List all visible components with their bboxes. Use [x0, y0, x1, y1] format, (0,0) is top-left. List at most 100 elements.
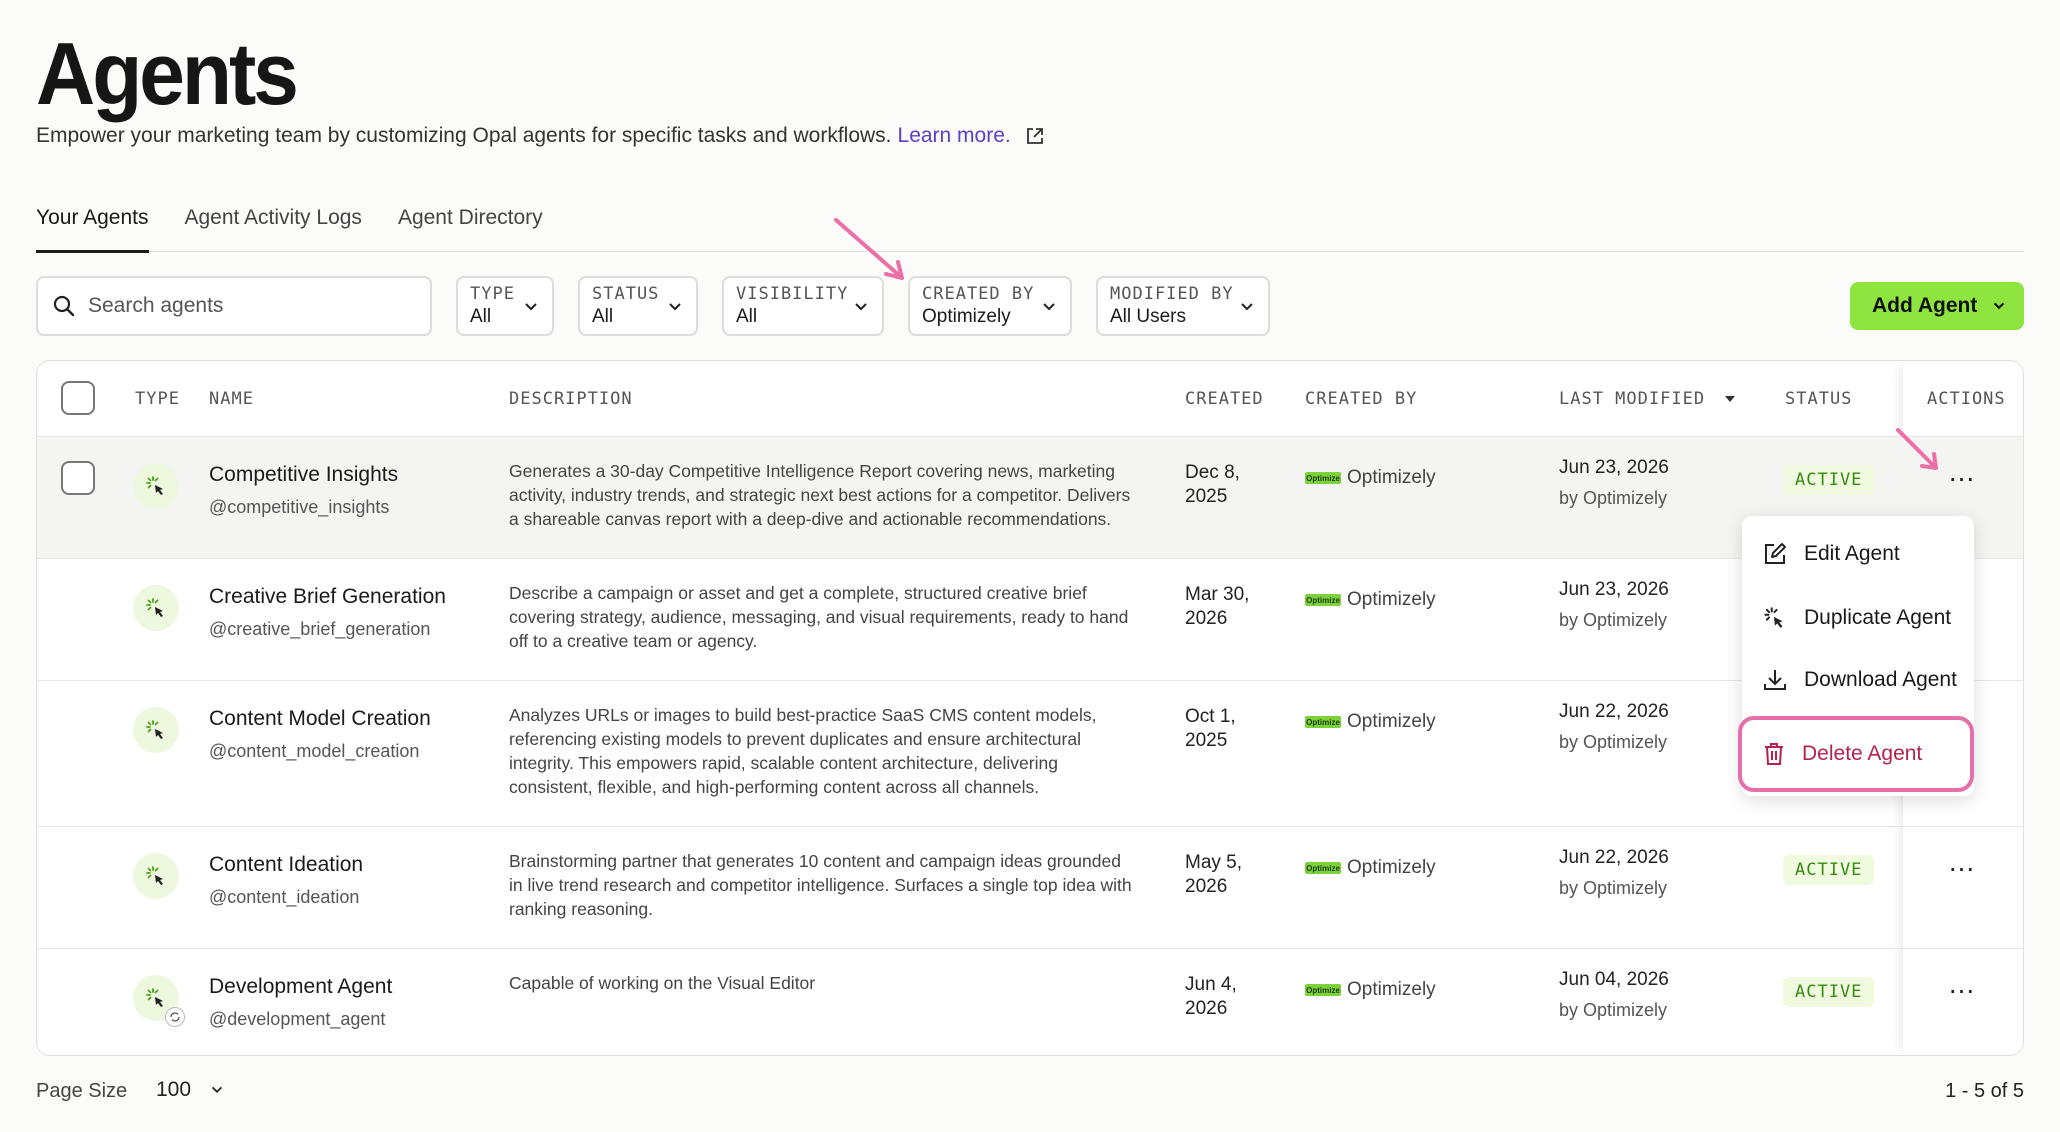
external-link-icon[interactable]: [1025, 126, 1045, 146]
status-badge: ACTIVE: [1783, 465, 1875, 495]
created-by: Optimize Optimizely: [1305, 711, 1436, 733]
page-size-select[interactable]: 100: [156, 1078, 225, 1102]
search-input[interactable]: [88, 294, 408, 318]
table-row[interactable]: Creative Brief Generation @creative_brie…: [37, 559, 2023, 681]
sync-badge-icon: [165, 1007, 185, 1027]
column-status[interactable]: STATUS: [1785, 389, 1852, 409]
filter-visibility-label: VISIBILITY: [736, 284, 849, 304]
column-created-by[interactable]: CREATED BY: [1305, 389, 1417, 409]
menu-item-download-agent[interactable]: Download Agent: [1742, 652, 1974, 708]
agent-name[interactable]: Competitive Insights: [209, 463, 398, 487]
download-icon: [1764, 670, 1786, 690]
optimizely-logo: Optimize: [1305, 984, 1341, 996]
agent-handle: @competitive_insights: [209, 497, 390, 517]
column-last-modified-label: LAST MODIFIED: [1559, 389, 1706, 409]
agent-handle: @content_ideation: [209, 887, 360, 907]
created-date-line2: 2026: [1185, 998, 1228, 1019]
created-date-line1: Jun 4,: [1185, 974, 1237, 995]
trash-icon: [1765, 743, 1783, 765]
created-date-line1: Mar 30,: [1185, 584, 1250, 605]
created-by: Optimize Optimizely: [1305, 857, 1436, 879]
modified-date: Jun 22, 2026: [1559, 701, 1669, 722]
agent-type-icon: [133, 853, 179, 899]
menu-item-label: Download Agent: [1804, 668, 1957, 691]
agent-name[interactable]: Development Agent: [209, 975, 392, 999]
filter-created-by-label: CREATED BY: [922, 284, 1035, 304]
menu-item-delete-agent[interactable]: Delete Agent: [1738, 716, 1974, 792]
sort-desc-icon: [1725, 396, 1736, 402]
subtitle-text: Empower your marketing team by customizi…: [36, 124, 892, 147]
last-modified: Jun 04, 2026 by Optimizely: [1559, 965, 1669, 1025]
filter-modified-by-value: All Users: [1110, 306, 1187, 327]
menu-item-edit-agent[interactable]: Edit Agent: [1742, 526, 1974, 582]
filter-modified-by-label: MODIFIED BY: [1110, 284, 1234, 304]
menu-item-duplicate-agent[interactable]: Duplicate Agent: [1742, 590, 1974, 646]
sparkle-cursor-icon: [1764, 607, 1783, 628]
page-size-value: 100: [156, 1078, 192, 1101]
created-date: Dec 8, 2025: [1185, 461, 1265, 509]
status-badge: ACTIVE: [1783, 855, 1875, 885]
created-date-line1: Dec 8,: [1185, 462, 1240, 483]
page-size-label: Page Size: [36, 1080, 128, 1102]
agent-type-icon: [133, 463, 179, 509]
table-row[interactable]: Content Model Creation @content_model_cr…: [37, 681, 2023, 827]
agents-table: TYPE NAME DESCRIPTION CREATED CREATED BY…: [36, 360, 2024, 1056]
filter-type[interactable]: TYPE All: [456, 276, 554, 336]
status-badge: ACTIVE: [1783, 977, 1875, 1007]
agent-handle: @content_model_creation: [209, 741, 420, 761]
table-row[interactable]: Development Agent @development_agent Cap…: [37, 949, 2023, 1055]
created-by-name: Optimizely: [1347, 979, 1436, 1000]
column-type[interactable]: TYPE: [135, 389, 180, 409]
menu-item-label: Delete Agent: [1802, 742, 1923, 765]
agent-name[interactable]: Content Model Creation: [209, 707, 431, 731]
last-modified: Jun 22, 2026 by Optimizely: [1559, 697, 1669, 757]
more-actions-button[interactable]: ...: [1937, 458, 1987, 493]
column-created[interactable]: CREATED: [1185, 389, 1264, 409]
chevron-down-icon: [211, 1086, 223, 1094]
filter-created-by[interactable]: CREATED BY Optimizely: [908, 276, 1072, 336]
column-last-modified[interactable]: LAST MODIFIED: [1559, 389, 1736, 409]
learn-more-link[interactable]: Learn more.: [898, 124, 1011, 148]
row-checkbox[interactable]: [61, 461, 95, 495]
agent-name[interactable]: Content Ideation: [209, 853, 363, 877]
column-name[interactable]: NAME: [209, 389, 254, 409]
tab-agent-directory[interactable]: Agent Directory: [398, 204, 543, 252]
created-date-line2: 2025: [1185, 486, 1228, 507]
select-all-checkbox[interactable]: [61, 381, 95, 415]
add-agent-button[interactable]: Add Agent: [1850, 282, 2024, 330]
modified-date: Jun 04, 2026: [1559, 969, 1669, 990]
more-actions-button[interactable]: ...: [1937, 970, 1987, 1005]
sparkle-cursor-icon: [146, 476, 163, 495]
add-agent-label: Add Agent: [1872, 294, 1978, 317]
edit-icon: [1765, 543, 1786, 564]
tab-agent-activity-logs[interactable]: Agent Activity Logs: [185, 204, 362, 252]
optimizely-logo: Optimize: [1305, 472, 1341, 484]
created-by-name: Optimizely: [1347, 589, 1436, 610]
table-row[interactable]: Content Ideation @content_ideation Brain…: [37, 827, 2023, 949]
sparkle-cursor-icon: [146, 598, 163, 617]
created-date: Jun 4, 2026: [1185, 973, 1265, 1021]
tab-your-agents[interactable]: Your Agents: [36, 204, 149, 253]
last-modified: Jun 22, 2026 by Optimizely: [1559, 843, 1669, 903]
optimizely-logo: Optimize: [1305, 594, 1341, 606]
filter-visibility[interactable]: VISIBILITY All: [722, 276, 884, 336]
filter-status[interactable]: STATUS All: [578, 276, 698, 336]
agent-handle: @development_agent: [209, 1009, 386, 1029]
more-actions-button[interactable]: ...: [1937, 848, 1987, 883]
filter-created-by-value: Optimizely: [922, 306, 1011, 327]
agent-name[interactable]: Creative Brief Generation: [209, 585, 446, 609]
agent-description: Generates a 30-day Competitive Intellige…: [509, 461, 1131, 529]
search-icon: [53, 295, 75, 317]
search-box: [36, 276, 432, 336]
menu-item-label: Edit Agent: [1804, 542, 1900, 565]
optimizely-logo: Optimize: [1305, 716, 1341, 728]
table-row[interactable]: Competitive Insights @competitive_insigh…: [37, 437, 2023, 559]
created-by-name: Optimizely: [1347, 857, 1436, 878]
modified-by: by Optimizely: [1559, 878, 1668, 898]
agent-type-icon: [133, 707, 179, 753]
created-date-line2: 2026: [1185, 608, 1228, 629]
agent-description: Capable of working on the Visual Editor: [509, 973, 816, 993]
created-date-line2: 2025: [1185, 730, 1228, 751]
filter-modified-by[interactable]: MODIFIED BY All Users: [1096, 276, 1270, 336]
agent-description: Analyzes URLs or images to build best-pr…: [509, 705, 1097, 797]
